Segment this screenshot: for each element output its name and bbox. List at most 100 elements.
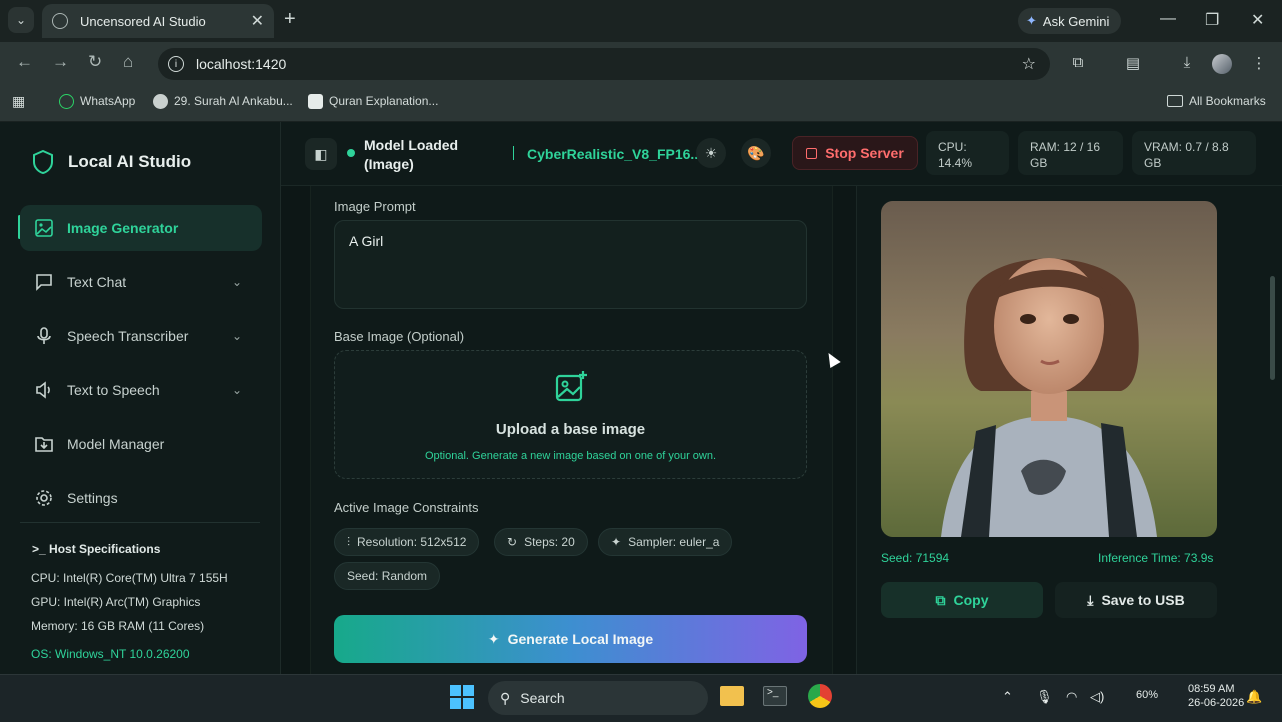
image-plus-icon: [555, 371, 587, 402]
back-icon[interactable]: ←: [16, 52, 33, 72]
app-title: Local AI Studio: [68, 152, 192, 171]
upload-hint: Optional. Generate a new image based on …: [424, 450, 717, 462]
tab-search-dropdown[interactable]: ⌄: [8, 7, 34, 33]
site-info-icon[interactable]: i: [168, 56, 184, 72]
chip-label: Sampler: euler_a: [628, 535, 720, 549]
omnibox[interactable]: i localhost:1420 ☆: [158, 48, 1050, 80]
sidebar-item-text-chat[interactable]: Text Chat ⌄: [20, 259, 262, 305]
reading-list-icon[interactable]: ▤: [1124, 54, 1142, 72]
prompt-textarea[interactable]: A Girl: [334, 220, 807, 309]
bookmark-label: WhatsApp: [80, 94, 136, 108]
model-name: CyberRealistic_V8_FP16...: [527, 146, 703, 162]
close-tab-icon[interactable]: ✕: [251, 11, 264, 31]
sidebar-item-model-manager[interactable]: Model Manager: [20, 421, 262, 467]
palette-icon: 🎨: [747, 144, 765, 161]
search-label: Search: [520, 690, 565, 706]
home-icon[interactable]: ⌂: [123, 52, 133, 72]
browser-tab[interactable]: Uncensored AI Studio ✕: [42, 4, 274, 38]
search-icon: ⚲: [500, 689, 511, 706]
ask-gemini-label: Ask Gemini: [1042, 13, 1110, 29]
sidebar-item-label: Text Chat: [67, 274, 127, 290]
scrollbar[interactable]: [1270, 276, 1275, 380]
globe-icon: [52, 13, 68, 29]
stop-square-icon: [806, 147, 818, 159]
chevron-down-icon: ⌄: [231, 275, 242, 289]
chip-label: Steps: 20: [524, 535, 575, 549]
close-window-icon[interactable]: ✕: [1251, 10, 1264, 30]
gemini-sparkle-icon: ✦: [1026, 13, 1037, 28]
sidebar-item-settings[interactable]: Settings: [20, 475, 262, 521]
restore-icon[interactable]: ❐: [1205, 10, 1219, 30]
profile-avatar[interactable]: [1212, 54, 1232, 74]
divider: [20, 522, 260, 523]
wifi-icon[interactable]: ◠: [1066, 689, 1077, 705]
bookmark-star-icon[interactable]: ☆: [1022, 54, 1036, 74]
sidebar-item-label: Text to Speech: [67, 382, 160, 398]
bookmark-surah[interactable]: 29. Surah Al Ankabu...: [153, 93, 293, 109]
status-dot: [347, 149, 355, 157]
volume-icon[interactable]: ◁): [1090, 689, 1104, 705]
globe-icon: [153, 93, 168, 109]
gear-icon: [36, 490, 52, 506]
sparkle-icon: ✦: [611, 535, 622, 549]
new-tab-button[interactable]: +: [284, 8, 296, 31]
apps-grid-icon[interactable]: ▦: [12, 93, 25, 109]
menu-kebab-icon[interactable]: ⋮: [1250, 54, 1268, 72]
terminal-icon: >_: [32, 542, 46, 556]
minimize-icon[interactable]: —: [1160, 10, 1176, 28]
palette-button[interactable]: 🎨: [741, 138, 771, 168]
chip-label: Seed: Random: [347, 569, 428, 583]
sparkle-icon: ✦: [487, 630, 500, 647]
save-usb-button[interactable]: ⤓ Save to USB: [1055, 582, 1217, 618]
all-bookmarks-label: All Bookmarks: [1189, 94, 1266, 108]
sidebar-item-label: Image Generator: [67, 220, 179, 236]
extensions-icon[interactable]: ⧉: [1069, 54, 1087, 72]
mic-icon: [37, 327, 51, 344]
download-icon[interactable]: ⤓: [1178, 54, 1196, 72]
folder-download-icon: [35, 437, 53, 452]
spec-gpu: GPU: Intel(R) Arc(TM) Graphics: [31, 595, 201, 609]
chrome-icon[interactable]: [808, 684, 832, 708]
spec-memory: Memory: 16 GB RAM (11 Cores): [31, 619, 205, 633]
theme-toggle-button[interactable]: ☀: [696, 138, 726, 168]
file-explorer-icon[interactable]: [720, 686, 744, 706]
sidebar-item-speech-transcriber[interactable]: Speech Transcriber ⌄: [20, 313, 262, 359]
inference-time: Inference Time: 73.9s: [1098, 551, 1214, 565]
copy-icon: ⧉: [935, 591, 946, 608]
copy-button[interactable]: ⧉ Copy: [881, 582, 1043, 618]
sidebar-item-image-generator[interactable]: Image Generator: [20, 205, 262, 251]
bookmark-whatsapp[interactable]: WhatsApp: [59, 93, 135, 109]
sidebar-item-text-to-speech[interactable]: Text to Speech ⌄: [20, 367, 262, 413]
chevron-up-icon[interactable]: ⌃: [1002, 689, 1013, 705]
battery-level[interactable]: 60%: [1136, 689, 1158, 701]
tab-title: Uncensored AI Studio: [80, 13, 206, 29]
windows-start-icon[interactable]: [450, 685, 474, 709]
clock-date: 26-06-2026: [1188, 697, 1245, 709]
bookmark-quran[interactable]: Quran Explanation...: [308, 93, 438, 109]
ram-stat: RAM: 12 / 16 GB: [1018, 131, 1123, 175]
upload-dropzone[interactable]: Upload a base image Optional. Generate a…: [334, 350, 807, 479]
forward-icon[interactable]: →: [52, 52, 69, 72]
model-status: Model Loaded (Image): [364, 137, 459, 172]
collapse-sidebar-button[interactable]: ◧: [305, 138, 337, 170]
all-bookmarks[interactable]: All Bookmarks: [1167, 93, 1266, 109]
terminal-icon[interactable]: >_: [763, 686, 787, 706]
reload-icon[interactable]: ↻: [88, 52, 102, 72]
notification-bell-icon[interactable]: 🔔: [1246, 689, 1262, 705]
stop-server-label: Stop Server: [825, 145, 904, 161]
upload-title: Upload a base image: [495, 421, 646, 438]
mic-icon[interactable]: 🎙: [1036, 689, 1053, 705]
spec-os: OS: Windows_NT 10.0.26200: [31, 647, 190, 661]
generate-button[interactable]: ✦ Generate Local Image: [334, 615, 807, 663]
folder-icon: [1167, 95, 1183, 107]
shield-icon: [33, 150, 53, 174]
whatsapp-icon: [59, 93, 74, 109]
sidebar-item-label: Settings: [67, 490, 118, 506]
ask-gemini-button[interactable]: ✦ Ask Gemini: [1018, 8, 1122, 34]
constraints-label: Active Image Constraints: [334, 500, 479, 515]
stop-server-button[interactable]: Stop Server: [792, 136, 918, 170]
save-usb-label: Save to USB: [1101, 592, 1185, 608]
taskbar-search[interactable]: ⚲ Search: [488, 681, 708, 715]
generate-label: Generate Local Image: [507, 631, 654, 647]
taskbar-clock[interactable]: 08:59 AM 26-06-2026: [1188, 682, 1244, 710]
